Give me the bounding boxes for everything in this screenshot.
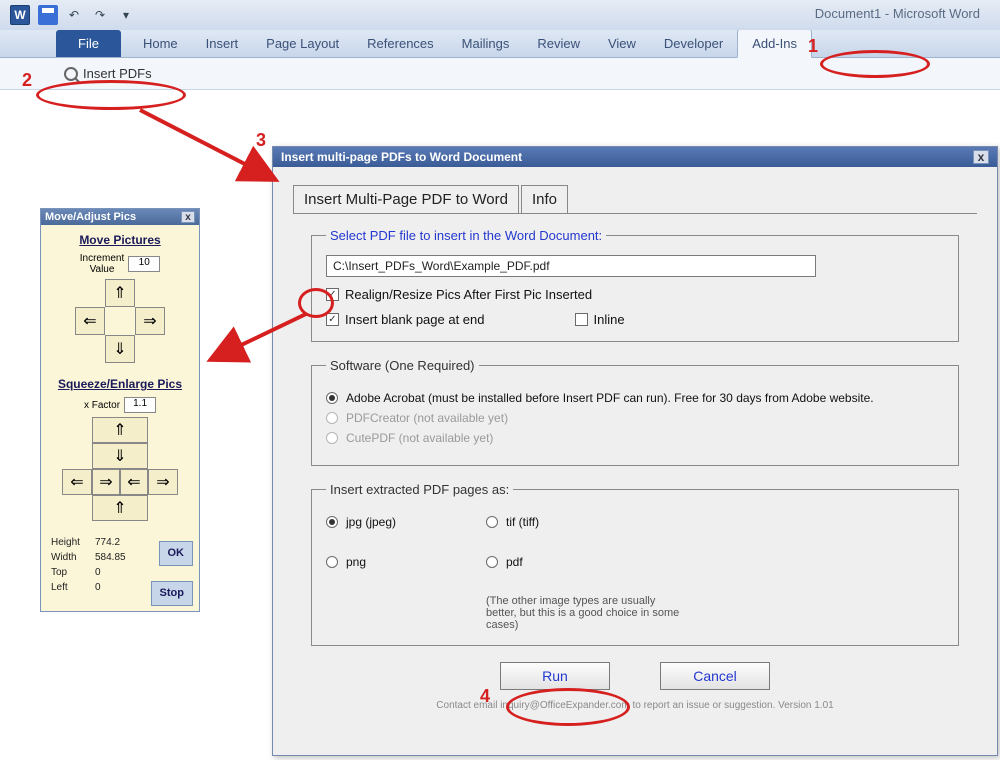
- enlarge-left-button[interactable]: ⇐: [62, 469, 92, 495]
- squeeze-arrow-pad: ⇑ ⇓ ⇐ ⇒ ⇐ ⇒ ⇑: [47, 417, 193, 521]
- squeeze-left-inner-button[interactable]: ⇐: [120, 469, 148, 495]
- dialog-tab-info[interactable]: Info: [521, 185, 568, 213]
- magnifier-icon: [64, 67, 78, 81]
- tab-mailings[interactable]: Mailings: [448, 30, 524, 57]
- increment-value-label: Increment Value: [80, 253, 124, 275]
- enlarge-right-button[interactable]: ⇒: [148, 469, 178, 495]
- stat-width-value: 584.85: [95, 550, 126, 565]
- tab-insert[interactable]: Insert: [192, 30, 253, 57]
- undo-button[interactable]: ↶: [64, 5, 84, 25]
- annotation-number-3: 3: [256, 130, 266, 151]
- cutepdf-label: CutePDF (not available yet): [346, 431, 493, 445]
- save-icon[interactable]: [38, 5, 58, 25]
- tab-view[interactable]: View: [594, 30, 650, 57]
- jpg-label: jpg (jpeg): [346, 515, 396, 529]
- move-pictures-heading: Move Pictures: [47, 233, 193, 247]
- document-title: Document1 - Microsoft Word: [815, 6, 980, 21]
- move-down-button[interactable]: ⇓: [105, 335, 135, 363]
- cancel-button[interactable]: Cancel: [660, 662, 770, 690]
- insert-blank-page-checkbox[interactable]: [326, 313, 339, 326]
- select-pdf-legend: Select PDF file to insert in the Word Do…: [326, 228, 606, 243]
- stat-width-label: Width: [51, 550, 89, 565]
- dialog-close-button[interactable]: x: [973, 150, 989, 164]
- png-label: png: [346, 555, 366, 569]
- cutepdf-radio: [326, 432, 338, 444]
- move-panel-title: Move/Adjust Pics: [45, 211, 136, 223]
- realign-resize-checkbox[interactable]: [326, 288, 339, 301]
- png-radio[interactable]: [326, 556, 338, 568]
- pdfcreator-label: PDFCreator (not available yet): [346, 411, 508, 425]
- tab-add-ins[interactable]: Add-Ins: [737, 29, 812, 58]
- insert-pdf-dialog: Insert multi-page PDFs to Word Document …: [272, 146, 998, 756]
- move-adjust-pics-panel: Move/Adjust Pics x Move Pictures Increme…: [40, 208, 200, 612]
- move-arrow-pad: ⇑ ⇐ ⇒ ⇓: [47, 279, 193, 363]
- enlarge-up-button[interactable]: ⇑: [92, 417, 148, 443]
- file-tab[interactable]: File: [56, 30, 121, 57]
- title-bar: W ↶ ↷ ▾ Document1 - Microsoft Word: [0, 0, 1000, 30]
- squeeze-up-inner-button[interactable]: ⇑: [92, 495, 148, 521]
- addins-toolbar: Insert PDFs: [0, 58, 1000, 90]
- inline-checkbox[interactable]: [575, 313, 588, 326]
- software-group: Software (One Required) Adobe Acrobat (m…: [311, 358, 959, 466]
- dialog-footer: Contact email inquiry@OfficeExpander.com…: [311, 700, 959, 711]
- jpg-radio[interactable]: [326, 516, 338, 528]
- select-pdf-group: Select PDF file to insert in the Word Do…: [311, 228, 959, 342]
- ribbon-tabs: File Home Insert Page Layout References …: [0, 30, 1000, 58]
- qat-dropdown[interactable]: ▾: [116, 5, 136, 25]
- picture-stats: Height 774.2 Width 584.85 Top 0 Left 0 OK St…: [47, 535, 193, 605]
- stat-height-value: 774.2: [95, 535, 120, 550]
- tab-references[interactable]: References: [353, 30, 447, 57]
- format-note: (The other image types are usually bette…: [326, 595, 686, 631]
- run-button[interactable]: Run: [500, 662, 610, 690]
- pdf-path-input[interactable]: C:\Insert_PDFs_Word\Example_PDF.pdf: [326, 255, 816, 277]
- stat-top-value: 0: [95, 565, 101, 580]
- move-panel-close-button[interactable]: x: [181, 211, 195, 223]
- tab-page-layout[interactable]: Page Layout: [252, 30, 353, 57]
- increment-value-input[interactable]: 10: [128, 256, 160, 272]
- software-legend: Software (One Required): [326, 358, 479, 373]
- tif-label: tif (tiff): [506, 515, 539, 529]
- word-app-icon: W: [10, 5, 30, 25]
- move-panel-titlebar[interactable]: Move/Adjust Pics x: [41, 209, 199, 225]
- dialog-title: Insert multi-page PDFs to Word Document: [281, 150, 522, 164]
- dialog-tabs: Insert Multi-Page PDF to Word Info: [273, 167, 997, 213]
- squeeze-down-inner-button[interactable]: ⇓: [92, 443, 148, 469]
- tab-review[interactable]: Review: [523, 30, 594, 57]
- format-group: Insert extracted PDF pages as: jpg (jpeg…: [311, 482, 959, 646]
- format-legend: Insert extracted PDF pages as:: [326, 482, 513, 497]
- stat-top-label: Top: [51, 565, 89, 580]
- acrobat-label: Adobe Acrobat (must be installed before …: [346, 391, 874, 405]
- redo-button[interactable]: ↷: [90, 5, 110, 25]
- quick-access-toolbar: ↶ ↷ ▾: [38, 5, 136, 25]
- insert-pdfs-label: Insert PDFs: [83, 66, 152, 81]
- inline-label: Inline: [594, 312, 625, 327]
- realign-resize-label: Realign/Resize Pics After First Pic Inse…: [345, 287, 592, 302]
- stop-button[interactable]: Stop: [151, 581, 193, 606]
- squeeze-enlarge-heading: Squeeze/Enlarge Pics: [47, 377, 193, 391]
- insert-blank-page-label: Insert blank page at end: [345, 312, 485, 327]
- stat-left-value: 0: [95, 580, 101, 595]
- move-up-button[interactable]: ⇑: [105, 279, 135, 307]
- tab-developer[interactable]: Developer: [650, 30, 737, 57]
- ok-button[interactable]: OK: [159, 541, 194, 566]
- move-left-button[interactable]: ⇐: [75, 307, 105, 335]
- acrobat-radio[interactable]: [326, 392, 338, 404]
- x-factor-input[interactable]: 1.1: [124, 397, 156, 413]
- insert-pdfs-button[interactable]: Insert PDFs: [56, 64, 160, 83]
- pdf-radio[interactable]: [486, 556, 498, 568]
- pdf-label: pdf: [506, 555, 523, 569]
- dialog-tab-main[interactable]: Insert Multi-Page PDF to Word: [293, 185, 519, 213]
- stat-left-label: Left: [51, 580, 89, 595]
- move-right-button[interactable]: ⇒: [135, 307, 165, 335]
- squeeze-right-inner-button[interactable]: ⇒: [92, 469, 120, 495]
- pdfcreator-radio: [326, 412, 338, 424]
- dialog-titlebar[interactable]: Insert multi-page PDFs to Word Document …: [273, 147, 997, 167]
- x-factor-label: x Factor: [84, 400, 120, 411]
- tif-radio[interactable]: [486, 516, 498, 528]
- tab-home[interactable]: Home: [129, 30, 192, 57]
- stat-height-label: Height: [51, 535, 89, 550]
